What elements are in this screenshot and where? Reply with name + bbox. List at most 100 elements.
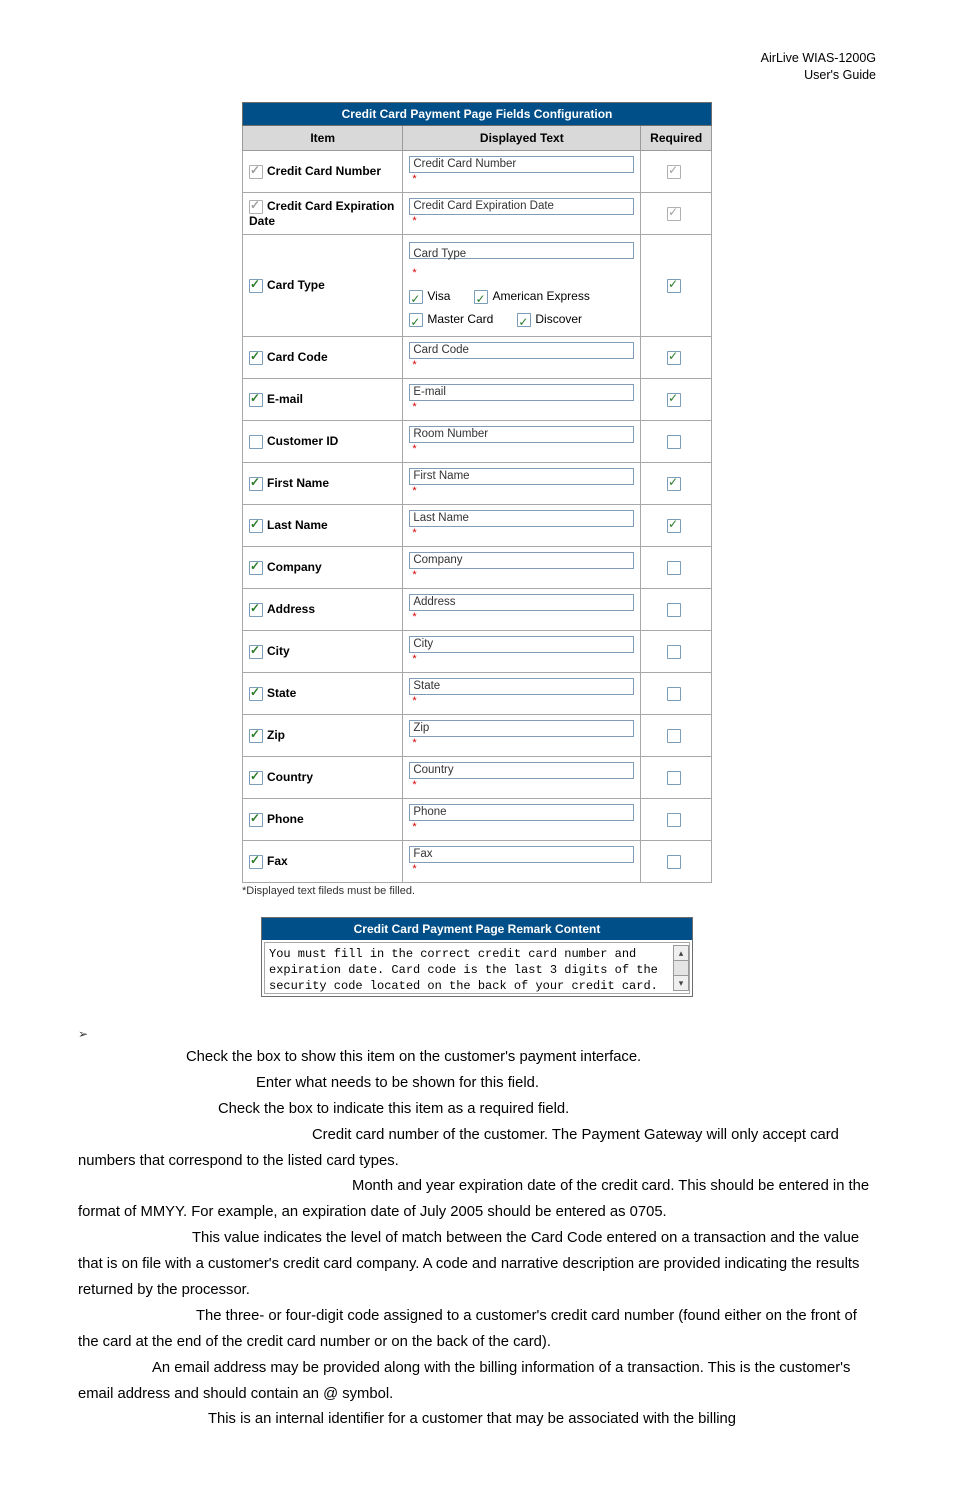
required-star: * — [412, 267, 416, 279]
item-checkbox[interactable] — [249, 351, 263, 365]
remark-scrollbar[interactable]: ▴ ▾ — [673, 945, 689, 991]
required-checkbox[interactable] — [667, 279, 681, 293]
displayed-text-input[interactable]: Last Name — [409, 510, 634, 527]
table-row: ZipZip* — [243, 714, 712, 756]
required-checkbox[interactable] — [667, 813, 681, 827]
cardtype-option-checkbox[interactable] — [517, 313, 531, 327]
displayed-text-input[interactable]: E-mail — [409, 384, 634, 401]
item-checkbox[interactable] — [249, 477, 263, 491]
item-checkbox — [249, 200, 263, 214]
scroll-up-icon[interactable]: ▴ — [674, 946, 688, 961]
p-custid: This is an internal identifier for a cus… — [78, 1407, 876, 1433]
required-checkbox[interactable] — [667, 477, 681, 491]
required-cell — [641, 420, 712, 462]
displayed-text-input[interactable]: Country — [409, 762, 634, 779]
item-checkbox[interactable] — [249, 855, 263, 869]
config-footnote: *Displayed text fileds must be filled. — [242, 883, 712, 897]
required-star: * — [412, 779, 416, 791]
item-label: First Name — [267, 476, 329, 490]
item-checkbox[interactable] — [249, 393, 263, 407]
required-checkbox[interactable] — [667, 645, 681, 659]
item-cell: Phone — [243, 798, 403, 840]
item-cell: State — [243, 672, 403, 714]
table-row: First NameFirst Name* — [243, 462, 712, 504]
cardtype-option-checkbox[interactable] — [474, 290, 488, 304]
item-cell: Company — [243, 546, 403, 588]
required-star: * — [412, 569, 416, 581]
displayed-text-input[interactable]: Credit Card Number — [409, 156, 634, 173]
body-text: Check the box to show this item on the c… — [78, 1045, 876, 1433]
cardtype-option-label: American Express — [492, 289, 589, 303]
scroll-down-icon[interactable]: ▾ — [674, 975, 688, 990]
displayed-cell: Phone* — [403, 798, 641, 840]
required-checkbox[interactable] — [667, 519, 681, 533]
required-checkbox[interactable] — [667, 561, 681, 575]
remark-title: Credit Card Payment Page Remark Content — [262, 918, 692, 940]
p-required: Check the box to indicate this item as a… — [78, 1097, 876, 1123]
item-label: Last Name — [267, 518, 328, 532]
item-checkbox[interactable] — [249, 561, 263, 575]
required-checkbox[interactable] — [667, 393, 681, 407]
required-cell — [641, 798, 712, 840]
displayed-text-input[interactable]: Card Type — [409, 242, 634, 259]
required-checkbox[interactable] — [667, 771, 681, 785]
item-cell: Customer ID — [243, 420, 403, 462]
item-checkbox[interactable] — [249, 813, 263, 827]
item-label: State — [267, 686, 296, 700]
item-checkbox[interactable] — [249, 687, 263, 701]
required-checkbox[interactable] — [667, 687, 681, 701]
item-checkbox[interactable] — [249, 771, 263, 785]
required-cell — [641, 756, 712, 798]
remark-textarea[interactable]: You must fill in the correct credit card… — [264, 942, 690, 994]
required-star: * — [412, 527, 416, 539]
required-checkbox[interactable] — [667, 603, 681, 617]
required-cell — [641, 630, 712, 672]
item-label: Company — [267, 560, 322, 574]
item-checkbox[interactable] — [249, 519, 263, 533]
cardtype-option-checkbox[interactable] — [409, 313, 423, 327]
displayed-cell: State* — [403, 672, 641, 714]
required-checkbox[interactable] — [667, 435, 681, 449]
required-checkbox[interactable] — [667, 351, 681, 365]
required-cell — [641, 714, 712, 756]
displayed-cell: Address* — [403, 588, 641, 630]
cardtype-option-checkbox[interactable] — [409, 290, 423, 304]
displayed-cell: Country* — [403, 756, 641, 798]
displayed-text-input[interactable]: First Name — [409, 468, 634, 485]
item-checkbox[interactable] — [249, 729, 263, 743]
required-cell — [641, 672, 712, 714]
table-row: CompanyCompany* — [243, 546, 712, 588]
config-screenshot: Credit Card Payment Page Fields Configur… — [242, 102, 712, 997]
item-label: Phone — [267, 812, 304, 826]
displayed-text-input[interactable]: City — [409, 636, 634, 653]
required-checkbox — [667, 165, 681, 179]
displayed-text-input[interactable]: Card Code — [409, 342, 634, 359]
item-cell: Last Name — [243, 504, 403, 546]
table-row: AddressAddress* — [243, 588, 712, 630]
table-row: CountryCountry* — [243, 756, 712, 798]
required-star: * — [412, 695, 416, 707]
displayed-text-input[interactable]: Room Number — [409, 426, 634, 443]
displayed-text-input[interactable]: Fax — [409, 846, 634, 863]
required-cell — [641, 378, 712, 420]
item-checkbox[interactable] — [249, 435, 263, 449]
displayed-text-input[interactable]: Company — [409, 552, 634, 569]
displayed-text-input[interactable]: Credit Card Expiration Date — [409, 198, 634, 215]
table-row: FaxFax* — [243, 840, 712, 882]
displayed-cell: Room Number* — [403, 420, 641, 462]
item-cell: City — [243, 630, 403, 672]
item-checkbox[interactable] — [249, 645, 263, 659]
displayed-text-input[interactable]: Zip — [409, 720, 634, 737]
required-cell — [641, 234, 712, 336]
displayed-text-input[interactable]: Address — [409, 594, 634, 611]
required-cell — [641, 546, 712, 588]
required-star: * — [412, 653, 416, 665]
item-checkbox[interactable] — [249, 603, 263, 617]
required-checkbox[interactable] — [667, 855, 681, 869]
required-checkbox[interactable] — [667, 729, 681, 743]
displayed-text-input[interactable]: State — [409, 678, 634, 695]
displayed-text-input[interactable]: Phone — [409, 804, 634, 821]
required-cell — [641, 462, 712, 504]
item-checkbox[interactable] — [249, 279, 263, 293]
required-cell — [641, 150, 712, 192]
